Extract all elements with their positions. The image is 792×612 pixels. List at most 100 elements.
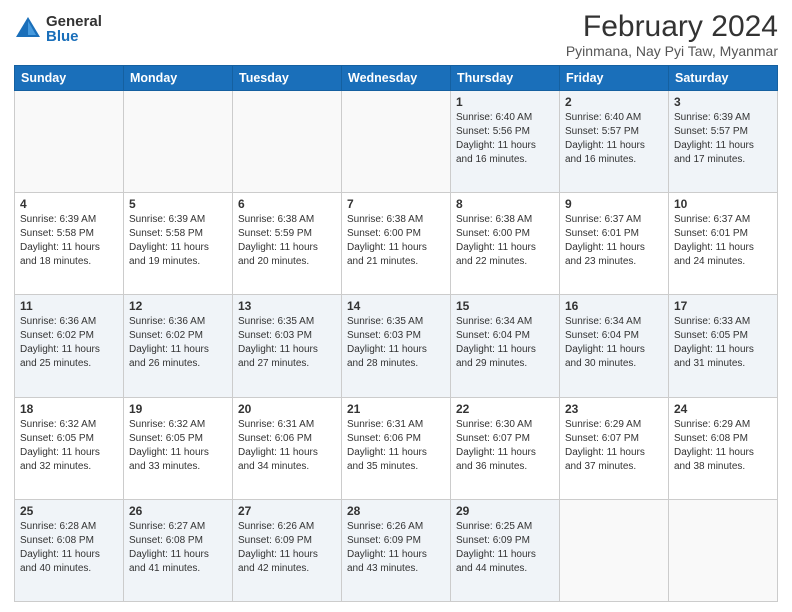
calendar-cell — [233, 91, 342, 193]
day-number: 29 — [456, 504, 554, 518]
day-info: Sunrise: 6:38 AM Sunset: 6:00 PM Dayligh… — [456, 214, 536, 267]
calendar-cell: 19 Sunrise: 6:32 AM Sunset: 6:05 PM Dayli… — [124, 397, 233, 499]
calendar-cell: 8 Sunrise: 6:38 AM Sunset: 6:00 PM Daylig… — [451, 193, 560, 295]
page: General Blue February 2024 Pyinmana, Nay… — [0, 0, 792, 612]
day-info: Sunrise: 6:36 AM Sunset: 6:02 PM Dayligh… — [129, 316, 209, 369]
day-info: Sunrise: 6:40 AM Sunset: 5:57 PM Dayligh… — [565, 112, 645, 165]
day-info: Sunrise: 6:34 AM Sunset: 6:04 PM Dayligh… — [456, 316, 536, 369]
logo-text: General Blue — [46, 14, 102, 44]
title-block: February 2024 Pyinmana, Nay Pyi Taw, Mya… — [566, 10, 778, 59]
day-number: 13 — [238, 299, 336, 313]
calendar-cell: 29Sunrise: 6:25 AM Sunset: 6:09 PM Dayli… — [451, 499, 560, 601]
calendar-cell: 24Sunrise: 6:29 AM Sunset: 6:08 PM Dayli… — [669, 397, 778, 499]
calendar-cell: 16 Sunrise: 6:34 AM Sunset: 6:04 PM Dayli… — [560, 295, 669, 397]
day-info: Sunrise: 6:38 AM Sunset: 5:59 PM Dayligh… — [238, 214, 318, 267]
day-number: 9 — [565, 197, 663, 211]
day-number: 17 — [674, 299, 772, 313]
day-number: 12 — [129, 299, 227, 313]
day-info: Sunrise: 6:38 AM Sunset: 6:00 PM Dayligh… — [347, 214, 427, 267]
calendar-week-row: 4 Sunrise: 6:39 AM Sunset: 5:58 PM Daylig… — [15, 193, 778, 295]
header-wednesday: Wednesday — [342, 66, 451, 91]
day-info: Sunrise: 6:29 AM Sunset: 6:07 PM Dayligh… — [565, 419, 645, 472]
header-saturday: Saturday — [669, 66, 778, 91]
day-number: 27 — [238, 504, 336, 518]
header-monday: Monday — [124, 66, 233, 91]
day-number: 22 — [456, 402, 554, 416]
header-friday: Friday — [560, 66, 669, 91]
day-info: Sunrise: 6:39 AM Sunset: 5:58 PM Dayligh… — [20, 214, 100, 267]
header-sunday: Sunday — [15, 66, 124, 91]
day-number: 10 — [674, 197, 772, 211]
day-number: 28 — [347, 504, 445, 518]
calendar-cell — [560, 499, 669, 601]
day-info: Sunrise: 6:39 AM Sunset: 5:57 PM Dayligh… — [674, 112, 754, 165]
calendar-cell: 4 Sunrise: 6:39 AM Sunset: 5:58 PM Daylig… — [15, 193, 124, 295]
day-number: 23 — [565, 402, 663, 416]
calendar-cell: 6 Sunrise: 6:38 AM Sunset: 5:59 PM Daylig… — [233, 193, 342, 295]
day-number: 25 — [20, 504, 118, 518]
calendar-cell: 25 Sunrise: 6:28 AM Sunset: 6:08 PM Dayli… — [15, 499, 124, 601]
calendar-cell: 13 Sunrise: 6:35 AM Sunset: 6:03 PM Dayli… — [233, 295, 342, 397]
day-number: 6 — [238, 197, 336, 211]
calendar-cell: 14Sunrise: 6:35 AM Sunset: 6:03 PM Dayli… — [342, 295, 451, 397]
day-info: Sunrise: 6:31 AM Sunset: 6:06 PM Dayligh… — [347, 419, 427, 472]
logo-blue-text: Blue — [46, 29, 102, 44]
logo: General Blue — [14, 14, 102, 44]
day-info: Sunrise: 6:30 AM Sunset: 6:07 PM Dayligh… — [456, 419, 536, 472]
day-info: Sunrise: 6:34 AM Sunset: 6:04 PM Dayligh… — [565, 316, 645, 369]
day-info: Sunrise: 6:28 AM Sunset: 6:08 PM Dayligh… — [20, 521, 100, 574]
day-info: Sunrise: 6:31 AM Sunset: 6:06 PM Dayligh… — [238, 419, 318, 472]
day-info: Sunrise: 6:32 AM Sunset: 6:05 PM Dayligh… — [129, 419, 209, 472]
header-tuesday: Tuesday — [233, 66, 342, 91]
calendar-cell: 22 Sunrise: 6:30 AM Sunset: 6:07 PM Dayli… — [451, 397, 560, 499]
day-info: Sunrise: 6:29 AM Sunset: 6:08 PM Dayligh… — [674, 419, 754, 472]
day-info: Sunrise: 6:39 AM Sunset: 5:58 PM Dayligh… — [129, 214, 209, 267]
day-info: Sunrise: 6:37 AM Sunset: 6:01 PM Dayligh… — [674, 214, 754, 267]
day-info: Sunrise: 6:27 AM Sunset: 6:08 PM Dayligh… — [129, 521, 209, 574]
day-number: 7 — [347, 197, 445, 211]
calendar-cell: 18 Sunrise: 6:32 AM Sunset: 6:05 PM Dayli… — [15, 397, 124, 499]
calendar-cell: 12 Sunrise: 6:36 AM Sunset: 6:02 PM Dayli… — [124, 295, 233, 397]
calendar-week-row: 25 Sunrise: 6:28 AM Sunset: 6:08 PM Dayli… — [15, 499, 778, 601]
calendar-cell — [124, 91, 233, 193]
header-thursday: Thursday — [451, 66, 560, 91]
day-info: Sunrise: 6:32 AM Sunset: 6:05 PM Dayligh… — [20, 419, 100, 472]
calendar-cell: 1Sunrise: 6:40 AM Sunset: 5:56 PM Daylig… — [451, 91, 560, 193]
day-number: 19 — [129, 402, 227, 416]
day-info: Sunrise: 6:35 AM Sunset: 6:03 PM Dayligh… — [238, 316, 318, 369]
calendar-cell: 15 Sunrise: 6:34 AM Sunset: 6:04 PM Dayli… — [451, 295, 560, 397]
subtitle: Pyinmana, Nay Pyi Taw, Myanmar — [566, 43, 778, 59]
calendar-cell: 27 Sunrise: 6:26 AM Sunset: 6:09 PM Dayli… — [233, 499, 342, 601]
logo-general-text: General — [46, 14, 102, 29]
calendar-cell: 9 Sunrise: 6:37 AM Sunset: 6:01 PM Daylig… — [560, 193, 669, 295]
calendar-cell: 11 Sunrise: 6:36 AM Sunset: 6:02 PM Dayli… — [15, 295, 124, 397]
calendar-cell: 2 Sunrise: 6:40 AM Sunset: 5:57 PM Daylig… — [560, 91, 669, 193]
day-info: Sunrise: 6:26 AM Sunset: 6:09 PM Dayligh… — [238, 521, 318, 574]
calendar-week-row: 1Sunrise: 6:40 AM Sunset: 5:56 PM Daylig… — [15, 91, 778, 193]
main-title: February 2024 — [566, 10, 778, 43]
calendar-cell: 21 Sunrise: 6:31 AM Sunset: 6:06 PM Dayli… — [342, 397, 451, 499]
day-number: 15 — [456, 299, 554, 313]
calendar-header: SundayMondayTuesdayWednesdayThursdayFrid… — [15, 66, 778, 91]
calendar-cell: 17 Sunrise: 6:33 AM Sunset: 6:05 PM Dayli… — [669, 295, 778, 397]
day-info: Sunrise: 6:33 AM Sunset: 6:05 PM Dayligh… — [674, 316, 754, 369]
day-info: Sunrise: 6:37 AM Sunset: 6:01 PM Dayligh… — [565, 214, 645, 267]
calendar-table: SundayMondayTuesdayWednesdayThursdayFrid… — [14, 65, 778, 602]
calendar-cell: 7 Sunrise: 6:38 AM Sunset: 6:00 PM Daylig… — [342, 193, 451, 295]
day-number: 16 — [565, 299, 663, 313]
logo-icon — [14, 15, 42, 43]
day-number: 11 — [20, 299, 118, 313]
day-number: 14 — [347, 299, 445, 313]
day-number: 1 — [456, 95, 554, 109]
day-number: 3 — [674, 95, 772, 109]
calendar-cell — [342, 91, 451, 193]
day-info: Sunrise: 6:36 AM Sunset: 6:02 PM Dayligh… — [20, 316, 100, 369]
calendar-cell: 5Sunrise: 6:39 AM Sunset: 5:58 PM Daylig… — [124, 193, 233, 295]
day-number: 2 — [565, 95, 663, 109]
day-number: 21 — [347, 402, 445, 416]
day-number: 4 — [20, 197, 118, 211]
day-number: 26 — [129, 504, 227, 518]
calendar-cell: 3 Sunrise: 6:39 AM Sunset: 5:57 PM Daylig… — [669, 91, 778, 193]
day-number: 8 — [456, 197, 554, 211]
day-number: 18 — [20, 402, 118, 416]
